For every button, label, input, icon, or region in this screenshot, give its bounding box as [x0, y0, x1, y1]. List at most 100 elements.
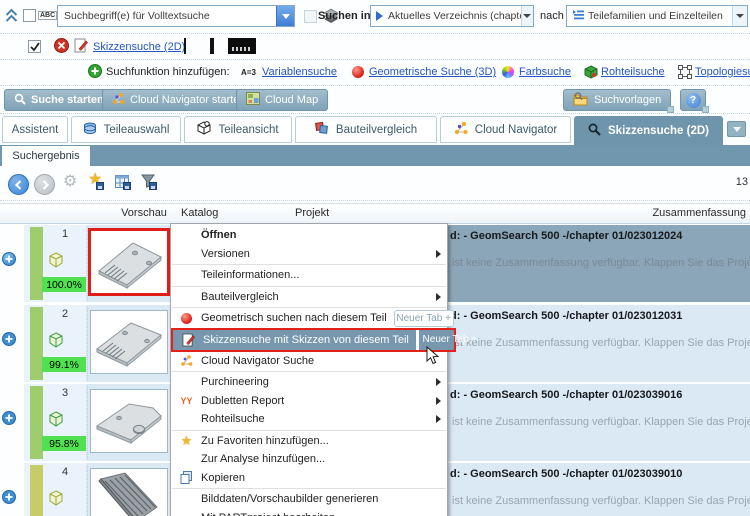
variablensuche-link[interactable]: Variablensuche [262, 66, 337, 78]
expand-row-icon[interactable] [2, 411, 16, 428]
stroke-bar-thin[interactable] [184, 38, 186, 54]
menu-separator [172, 285, 446, 287]
result-title[interactable]: d: - GeomSearch 500 -/chapter 01/0230120… [450, 230, 682, 242]
start-search-button[interactable]: Suche starten [4, 89, 114, 111]
save-disk-icon [149, 182, 157, 190]
forward-button[interactable] [34, 174, 55, 195]
directory-dropdown[interactable]: Aktuelles Verzeichnis (chapter 01) [370, 5, 534, 27]
part-preview[interactable] [90, 389, 168, 453]
settings-gear-icon[interactable]: ⚙ [63, 174, 77, 190]
submenu-arrow-icon [436, 292, 441, 301]
farbsuche-link[interactable]: Farbsuche [519, 66, 571, 78]
part-cube-icon [48, 411, 64, 430]
submenu-arrow-icon [436, 396, 441, 405]
scope-dropdown[interactable]: Teilefamilien und Einzelteilen [566, 5, 748, 27]
menu-item-purchineering[interactable]: Purchineering [171, 373, 447, 392]
menu-item-zu-favoriten[interactable]: ★ Zu Favoriten hinzufügen... [171, 432, 447, 451]
menu-item-rohteilsuche[interactable]: Rohteilsuche [171, 410, 447, 429]
menu-item-teileinformationen[interactable]: Teileinformationen... [171, 266, 447, 285]
rohteilsuche-link[interactable]: Rohteilsuche [601, 66, 665, 78]
directory-dropdown-button[interactable] [520, 6, 533, 26]
menu-separator [172, 371, 446, 372]
tab-teileauswahl[interactable]: Teileauswahl [71, 116, 181, 143]
tab-bauteilvergleich[interactable]: Bauteilvergleich [295, 116, 437, 143]
part-selection-icon [83, 122, 97, 138]
back-button[interactable] [8, 174, 29, 195]
start-cloud-navigator-button[interactable]: Cloud Navigator starten [102, 89, 256, 111]
part-preview[interactable] [90, 468, 168, 516]
cloud-map-button[interactable]: Cloud Map [236, 89, 329, 111]
column-header-katalog[interactable]: Katalog [181, 207, 218, 219]
menu-item-bilddaten[interactable]: Bilddaten/Vorschaubilder generieren [171, 490, 447, 509]
result-title[interactable]: d: - GeomSearch 500 -/chapter 01/0230390… [450, 468, 682, 480]
tab-teileansicht[interactable]: Teileansicht [184, 116, 292, 143]
sketch-thumbnail[interactable] [228, 38, 256, 54]
column-header-zusammenfassung[interactable]: Zusammenfassung [652, 207, 746, 219]
abc-checkbox[interactable] [23, 9, 36, 22]
scope-dropdown-button[interactable] [732, 6, 747, 26]
arrow-right-icon [42, 179, 49, 190]
menu-item-kopieren[interactable]: Kopieren [171, 469, 447, 488]
chevron-down-icon [281, 13, 290, 19]
sketch-search-checkbox[interactable] [28, 40, 41, 53]
match-bar [30, 465, 43, 516]
folder-search-icon [573, 91, 589, 109]
tab-suchergebnis[interactable]: Suchergebnis [2, 146, 90, 166]
list-icon [572, 9, 585, 23]
menu-item-versionen[interactable]: Versionen [171, 245, 447, 264]
menu-item-skizzensuche[interactable]: Skizzensuche mit Skizzen von diesem Teil… [171, 327, 477, 352]
stroke-bar-thick[interactable] [210, 38, 214, 54]
part-preview[interactable] [90, 310, 168, 374]
menu-item-mit-partproject[interactable]: Mit PARTproject bearbeiten [171, 509, 447, 516]
scope-value: Teilefamilien und Einzelteilen [588, 10, 723, 22]
part-thumbnail [96, 322, 162, 368]
menu-item-dubletten-report[interactable]: YY Dubletten Report [171, 392, 447, 411]
result-summary: ist keine Zusammenfassung verfügbar. Kla… [452, 337, 750, 349]
tab-skizzensuche-active[interactable]: Skizzensuche (2D) [574, 116, 723, 145]
directory-value: Aktuelles Verzeichnis (chapter 01) [388, 10, 521, 22]
search-icon [14, 93, 26, 108]
menu-item-oeffnen[interactable]: Öffnen [171, 226, 447, 245]
variable-search-icon: A=3 [241, 68, 256, 77]
expand-row-icon[interactable] [2, 252, 16, 269]
topologiesuche-link[interactable]: Topologiesuche [695, 66, 750, 78]
partsolutions-window: ABC Suchbegriff(e) für Volltextsuche Suc… [0, 0, 750, 516]
column-header-vorschau[interactable]: Vorschau [118, 207, 170, 219]
result-title[interactable]: d: - GeomSearch 500 -/chapter 01/0230390… [450, 389, 682, 401]
menu-item-cloud-navigator-suche[interactable]: Cloud Navigator Suche [171, 352, 447, 371]
geometrische-suche-link[interactable]: Geometrische Suche (3D) [369, 66, 496, 78]
edit-sketch-icon[interactable] [74, 38, 88, 56]
new-tab-button[interactable]: Neuer Tab + [393, 309, 454, 327]
result-count: 13 [735, 176, 748, 188]
menu-item-zur-analyse[interactable]: Zur Analyse hinzufügen... [171, 450, 447, 469]
collapse-panel-icon[interactable] [5, 8, 18, 26]
expand-row-icon[interactable] [2, 332, 16, 349]
save-favorite-button[interactable]: ★ [88, 172, 104, 190]
save-filter-button[interactable] [141, 174, 157, 191]
tab-cloud-navigator[interactable]: Cloud Navigator [440, 116, 571, 143]
templates-split-mark[interactable] [667, 106, 674, 113]
tab-assistent[interactable]: Assistent [2, 116, 68, 143]
part-cube-icon [48, 252, 64, 271]
menu-item-bauteilvergleich[interactable]: Bauteilvergleich [171, 288, 447, 307]
row-number: 4 [61, 466, 69, 478]
help-split-mark[interactable] [702, 106, 709, 113]
result-title[interactable]: d: - GeomSearch 500 -/chapter 01/0230120… [450, 310, 682, 322]
map-icon [246, 92, 260, 108]
menu-separator [172, 429, 446, 431]
fulltext-search-combobox[interactable]: Suchbegriff(e) für Volltextsuche [57, 5, 295, 27]
menu-item-geometrisch-suchen[interactable]: Geometrisch suchen nach diesem Teil Neue… [171, 309, 454, 328]
cloud-navigator-icon [181, 355, 193, 367]
chevron-down-icon [736, 14, 744, 18]
save-table-button[interactable] [115, 175, 131, 191]
part-preview-selected[interactable] [88, 228, 170, 296]
remove-search-icon[interactable] [54, 38, 69, 56]
chevron-down-icon [523, 14, 532, 18]
sketch-search-link[interactable]: Skizzensuche (2D) [93, 41, 185, 53]
column-header-projekt[interactable]: Projekt [295, 207, 329, 219]
search-dropdown-button[interactable] [276, 6, 294, 26]
more-tabs-button[interactable] [727, 121, 746, 137]
cloud-navigator-icon [454, 121, 468, 138]
search-templates-button[interactable]: Suchvorlagen [563, 89, 672, 111]
expand-row-icon[interactable] [2, 490, 16, 507]
